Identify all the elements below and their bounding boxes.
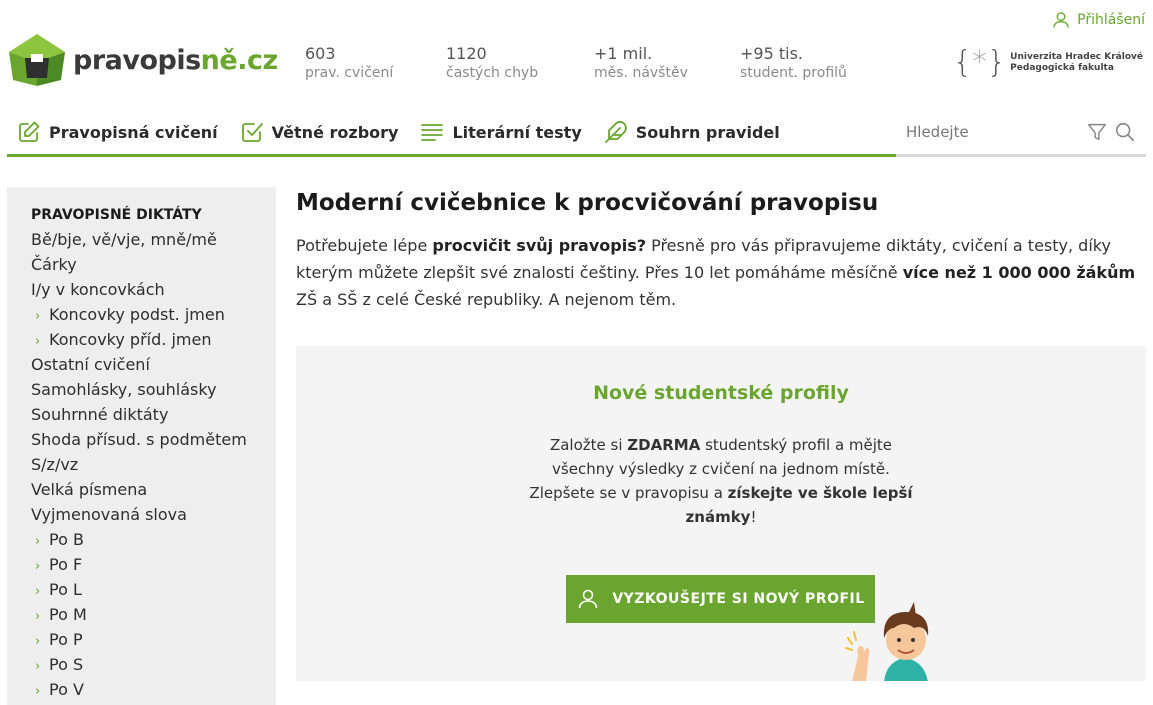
sidebar-item[interactable]: Ostatní cvičení xyxy=(31,352,276,377)
logo-text: pravopisně.cz xyxy=(73,44,278,76)
sidebar-item-label: Po M xyxy=(49,605,87,624)
stat-value: +1 mil. xyxy=(594,44,653,63)
student-profile-promo: Nové studentské profily Založte si ZDARM… xyxy=(296,346,1146,681)
sidebar-item-label: I/y v koncovkách xyxy=(31,280,165,299)
promo-title: Nové studentské profily xyxy=(593,382,849,404)
sidebar-item-label: Po P xyxy=(49,630,83,649)
nav-pravopisna-cviceni[interactable]: Pravopisná cvičení xyxy=(7,110,230,154)
stat-visits: +1 mil. měs. návštěv xyxy=(594,44,740,81)
edit-icon xyxy=(19,121,40,142)
chevron-right-icon: › xyxy=(35,634,41,649)
sidebar-item[interactable]: › Po V xyxy=(31,677,276,702)
sidebar-item[interactable]: › Koncovky příd. jmen xyxy=(31,327,276,352)
nav-label: Souhrn pravidel xyxy=(635,122,780,142)
sidebar-list: Bě/bje, vě/vje, mně/mě Čárky I/y v koncovk… xyxy=(31,227,276,702)
sidebar-item[interactable]: › Koncovky podst. jmen xyxy=(31,302,276,327)
sidebar-item[interactable]: Čárky xyxy=(31,252,276,277)
student-mascot-illustration xyxy=(845,602,929,681)
sidebar-item[interactable]: › Po M xyxy=(31,602,276,627)
feather-icon xyxy=(604,121,627,143)
login-label: Přihlášení xyxy=(1077,12,1145,28)
university-name: Univerzita Hradec Králové Pedagogická fa… xyxy=(1010,52,1143,73)
chevron-right-icon: › xyxy=(35,559,41,574)
promo-text: Založte si ZDARMA studentský profil a mě… xyxy=(529,436,913,526)
nav-label: Pravopisná cvičení xyxy=(49,122,218,142)
sidebar-item[interactable]: S/z/vz xyxy=(31,452,276,477)
chevron-right-icon: › xyxy=(35,684,41,699)
chevron-right-icon: › xyxy=(35,309,41,324)
stat-value: +95 tis. xyxy=(740,44,803,63)
sidebar-item-label: Po S xyxy=(49,655,84,674)
user-icon xyxy=(1053,12,1069,28)
sidebar-item[interactable]: Shoda přísud. s podmětem xyxy=(31,427,276,452)
sidebar-item[interactable]: Velká písmena xyxy=(31,477,276,502)
site-logo[interactable]: pravopisně.cz xyxy=(7,32,278,88)
sidebar-item[interactable]: › Po L xyxy=(31,577,276,602)
main-nav: Pravopisná cvičení Větné rozbory Literár… xyxy=(7,110,896,157)
button-label: VYZKOUŠEJTE SI NOVÝ PROFIL xyxy=(612,591,865,607)
sidebar-item[interactable]: › Po S xyxy=(31,652,276,677)
university-logo[interactable]: {*} Univerzita Hradec Králové Pedagogick… xyxy=(953,48,1143,78)
house-logo-icon xyxy=(9,34,65,86)
page-title: Moderní cvičebnice k procvičování pravop… xyxy=(296,190,879,216)
sidebar-item-label: Shoda přísud. s podmětem xyxy=(31,430,247,449)
nav-literarni-testy[interactable]: Literární testy xyxy=(410,110,593,154)
try-profile-button[interactable]: VYZKOUŠEJTE SI NOVÝ PROFIL xyxy=(566,575,875,623)
stat-label: častých chyb xyxy=(446,65,539,81)
sidebar-item-label: Po L xyxy=(49,580,82,599)
search-icon[interactable] xyxy=(1114,121,1136,143)
sidebar-item[interactable]: Vyjmenovaná slova xyxy=(31,502,276,527)
intro-text: Potřebujete lépe procvičit svůj pravopis… xyxy=(296,236,1136,309)
stat-profiles: +95 tis. student. profilů xyxy=(740,44,870,81)
stat-label: prav. cvičení xyxy=(305,65,394,81)
chevron-right-icon: › xyxy=(35,609,41,624)
sidebar-item-label: Souhrnné diktáty xyxy=(31,405,169,424)
chevron-right-icon: › xyxy=(35,334,41,349)
search-bar xyxy=(896,110,1146,157)
nav-souhrn-pravidel[interactable]: Souhrn pravidel xyxy=(594,110,792,154)
sidebar-item-label: Bě/bje, vě/vje, mně/mě xyxy=(31,230,217,249)
filter-icon[interactable] xyxy=(1086,121,1108,143)
sidebar-item-label: Samohlásky, souhlásky xyxy=(31,380,217,399)
sidebar-item-label: Velká písmena xyxy=(31,480,148,499)
nav-label: Větné rozbory xyxy=(271,122,399,142)
sidebar-item[interactable]: › Po B xyxy=(31,527,276,552)
stat-exercises: 603 prav. cvičení xyxy=(305,44,446,81)
stat-label: student. profilů xyxy=(740,65,847,81)
sidebar-item[interactable]: › Po P xyxy=(31,627,276,652)
chevron-right-icon: › xyxy=(35,534,41,549)
sidebar-item-label: Po V xyxy=(49,680,84,699)
checkbox-icon xyxy=(241,123,263,142)
chevron-right-icon: › xyxy=(35,584,41,599)
university-logo-icon: {*} xyxy=(952,45,1007,80)
sidebar-item-label: Koncovky podst. jmen xyxy=(49,305,225,324)
site-stats: 603 prav. cvičení 1120 častých chyb +1 m… xyxy=(305,44,870,81)
stat-value: 1120 xyxy=(446,44,487,63)
stat-errors: 1120 častých chyb xyxy=(446,44,594,81)
sidebar-item-label: Vyjmenovaná slova xyxy=(31,505,187,524)
nav-vetne-rozbory[interactable]: Větné rozbory xyxy=(230,110,411,154)
sidebar-heading: PRAVOPISNÉ DIKTÁTY xyxy=(31,207,202,223)
stat-value: 603 xyxy=(305,44,336,63)
text-lines-icon xyxy=(421,124,444,141)
search-input[interactable] xyxy=(896,123,1076,141)
sidebar-item-label: Ostatní cvičení xyxy=(31,355,150,374)
chevron-right-icon: › xyxy=(35,659,41,674)
sidebar-item[interactable]: › Po F xyxy=(31,552,276,577)
sidebar-item[interactable]: I/y v koncovkách xyxy=(31,277,276,302)
main-content: Moderní cvičebnice k procvičování pravop… xyxy=(296,190,1146,313)
sidebar-item[interactable]: Bě/bje, vě/vje, mně/mě xyxy=(31,227,276,252)
sidebar: PRAVOPISNÉ DIKTÁTY Bě/bje, vě/vje, mně/m… xyxy=(7,187,276,705)
user-icon xyxy=(579,589,598,609)
stat-label: měs. návštěv xyxy=(594,65,688,81)
sidebar-item-label: Po B xyxy=(49,530,84,549)
nav-label: Literární testy xyxy=(452,122,582,142)
login-link[interactable]: Přihlášení xyxy=(1051,10,1145,30)
sidebar-item-label: Po F xyxy=(49,555,83,574)
sidebar-item-label: Koncovky příd. jmen xyxy=(49,330,212,349)
sidebar-item[interactable]: Souhrnné diktáty xyxy=(31,402,276,427)
sidebar-item[interactable]: Samohlásky, souhlásky xyxy=(31,377,276,402)
sidebar-item-label: Čárky xyxy=(31,255,77,274)
sidebar-item-label: S/z/vz xyxy=(31,455,79,474)
